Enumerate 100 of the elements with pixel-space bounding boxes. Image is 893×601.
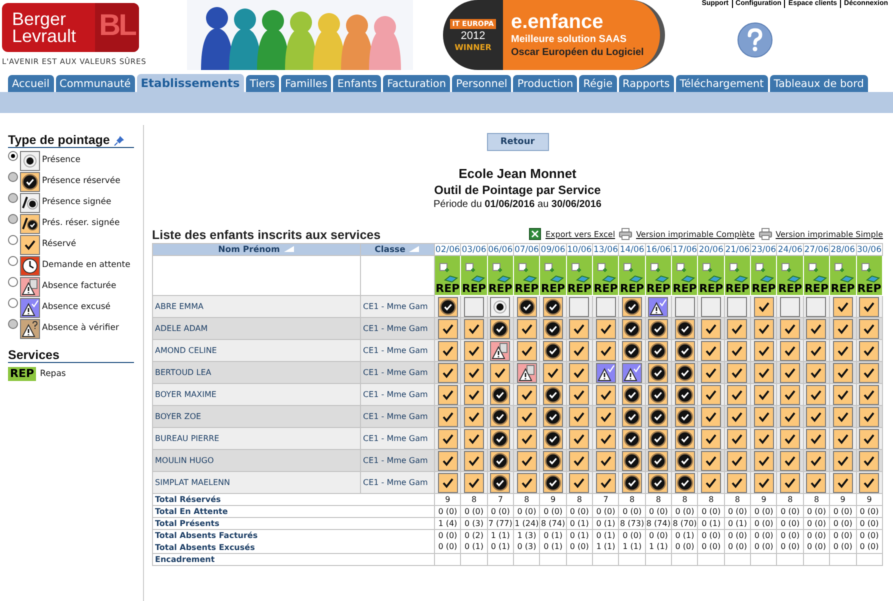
- circled-check-icon[interactable]: [622, 472, 642, 493]
- circled-check-icon[interactable]: [622, 428, 642, 449]
- column-header[interactable]: Classe: [360, 244, 434, 256]
- circled-check-icon[interactable]: [622, 318, 642, 339]
- check-icon[interactable]: [464, 318, 484, 339]
- check-icon[interactable]: [438, 318, 458, 339]
- check-icon[interactable]: [727, 406, 748, 427]
- circled-check-icon[interactable]: [490, 428, 510, 449]
- check-icon[interactable]: [701, 384, 722, 405]
- circled-check-icon[interactable]: [543, 406, 564, 427]
- circled-check-icon[interactable]: [490, 450, 510, 471]
- check-icon[interactable]: [754, 384, 774, 405]
- check-icon[interactable]: [569, 406, 590, 427]
- check-icon[interactable]: [780, 428, 800, 449]
- check-icon[interactable]: [438, 362, 458, 383]
- radio-button[interactable]: [8, 277, 18, 287]
- check-icon[interactable]: [859, 340, 880, 361]
- check-icon[interactable]: [754, 362, 774, 383]
- nav-tab[interactable]: Production: [513, 75, 578, 92]
- check-icon[interactable]: [701, 340, 722, 361]
- check-icon[interactable]: [727, 318, 748, 339]
- check-icon[interactable]: [806, 318, 826, 339]
- check-icon[interactable]: [727, 340, 748, 361]
- action-link[interactable]: Version imprimable Complète: [636, 230, 755, 238]
- check-icon[interactable]: [438, 340, 458, 361]
- column-header[interactable]: Nom Prénom: [152, 244, 360, 256]
- circled-check-icon[interactable]: [543, 318, 564, 339]
- circled-check-icon[interactable]: [674, 428, 695, 449]
- circled-check-icon[interactable]: [490, 318, 510, 339]
- circled-check-icon[interactable]: [543, 472, 564, 493]
- check-icon[interactable]: [701, 362, 722, 383]
- circled-check-icon[interactable]: [648, 450, 668, 471]
- circled-check-icon[interactable]: [648, 362, 668, 383]
- circled-check-icon[interactable]: [648, 340, 668, 361]
- check-icon[interactable]: [806, 428, 826, 449]
- nav-tab[interactable]: Régie: [579, 75, 617, 92]
- check-icon[interactable]: [727, 362, 748, 383]
- check-icon[interactable]: [596, 450, 616, 471]
- nav-tab[interactable]: Familles: [281, 75, 332, 92]
- nav-tab[interactable]: Tiers: [246, 75, 279, 92]
- check-icon[interactable]: [780, 406, 800, 427]
- check-icon[interactable]: [438, 450, 458, 471]
- check-icon[interactable]: [780, 472, 800, 493]
- check-icon[interactable]: [516, 428, 537, 449]
- nav-tab[interactable]: Accueil: [8, 75, 54, 92]
- check-icon[interactable]: [754, 428, 774, 449]
- circled-check-icon[interactable]: [622, 340, 642, 361]
- nav-tab[interactable]: Téléchargement: [676, 75, 768, 92]
- check-icon[interactable]: [516, 450, 537, 471]
- check-icon[interactable]: [569, 428, 590, 449]
- check-icon[interactable]: [859, 318, 880, 339]
- action-link[interactable]: Version imprimable Simple: [776, 230, 883, 238]
- check-icon[interactable]: [516, 384, 537, 405]
- check-icon[interactable]: [806, 362, 826, 383]
- check-icon[interactable]: [516, 318, 537, 339]
- circled-check-icon[interactable]: [674, 450, 695, 471]
- check-icon[interactable]: [516, 340, 537, 361]
- check-icon[interactable]: [780, 340, 800, 361]
- check-icon[interactable]: [701, 406, 722, 427]
- circled-check-icon[interactable]: [674, 340, 695, 361]
- check-icon[interactable]: [516, 406, 537, 427]
- circled-check-icon[interactable]: [622, 406, 642, 427]
- check-icon[interactable]: [806, 340, 826, 361]
- check-icon[interactable]: [832, 318, 853, 339]
- circled-check-icon[interactable]: [543, 296, 564, 317]
- check-icon[interactable]: [569, 450, 590, 471]
- check-icon[interactable]: [859, 406, 880, 427]
- check-icon[interactable]: [806, 406, 826, 427]
- check-icon[interactable]: [780, 362, 800, 383]
- check-icon[interactable]: [464, 362, 484, 383]
- check-icon[interactable]: [727, 472, 748, 493]
- check-icon[interactable]: [596, 340, 616, 361]
- check-icon[interactable]: [806, 472, 826, 493]
- check-icon[interactable]: [596, 318, 616, 339]
- circled-check-icon[interactable]: [648, 406, 668, 427]
- circled-check-icon[interactable]: [674, 362, 695, 383]
- check-icon[interactable]: [464, 406, 484, 427]
- action-link[interactable]: Export vers Excel: [545, 230, 616, 238]
- check-icon[interactable]: [832, 340, 853, 361]
- check-icon[interactable]: [832, 296, 853, 317]
- help-icon[interactable]: [737, 22, 773, 58]
- check-icon[interactable]: [754, 406, 774, 427]
- circled-check-icon[interactable]: [674, 472, 695, 493]
- circled-check-icon[interactable]: [648, 472, 668, 493]
- check-icon[interactable]: [438, 472, 458, 493]
- check-icon[interactable]: [464, 472, 484, 493]
- check-icon[interactable]: [832, 428, 853, 449]
- check-icon[interactable]: [780, 318, 800, 339]
- circled-check-icon[interactable]: [490, 472, 510, 493]
- warning-check-icon[interactable]: [596, 362, 616, 383]
- warning-document-icon[interactable]: [490, 340, 510, 361]
- circled-check-icon[interactable]: [543, 340, 564, 361]
- check-icon[interactable]: [464, 384, 484, 405]
- circled-check-icon[interactable]: [543, 428, 564, 449]
- check-icon[interactable]: [464, 340, 484, 361]
- back-button[interactable]: Retour: [486, 133, 548, 151]
- check-icon[interactable]: [727, 384, 748, 405]
- check-icon[interactable]: [438, 406, 458, 427]
- circled-check-icon[interactable]: [622, 296, 642, 317]
- check-icon[interactable]: [859, 472, 880, 493]
